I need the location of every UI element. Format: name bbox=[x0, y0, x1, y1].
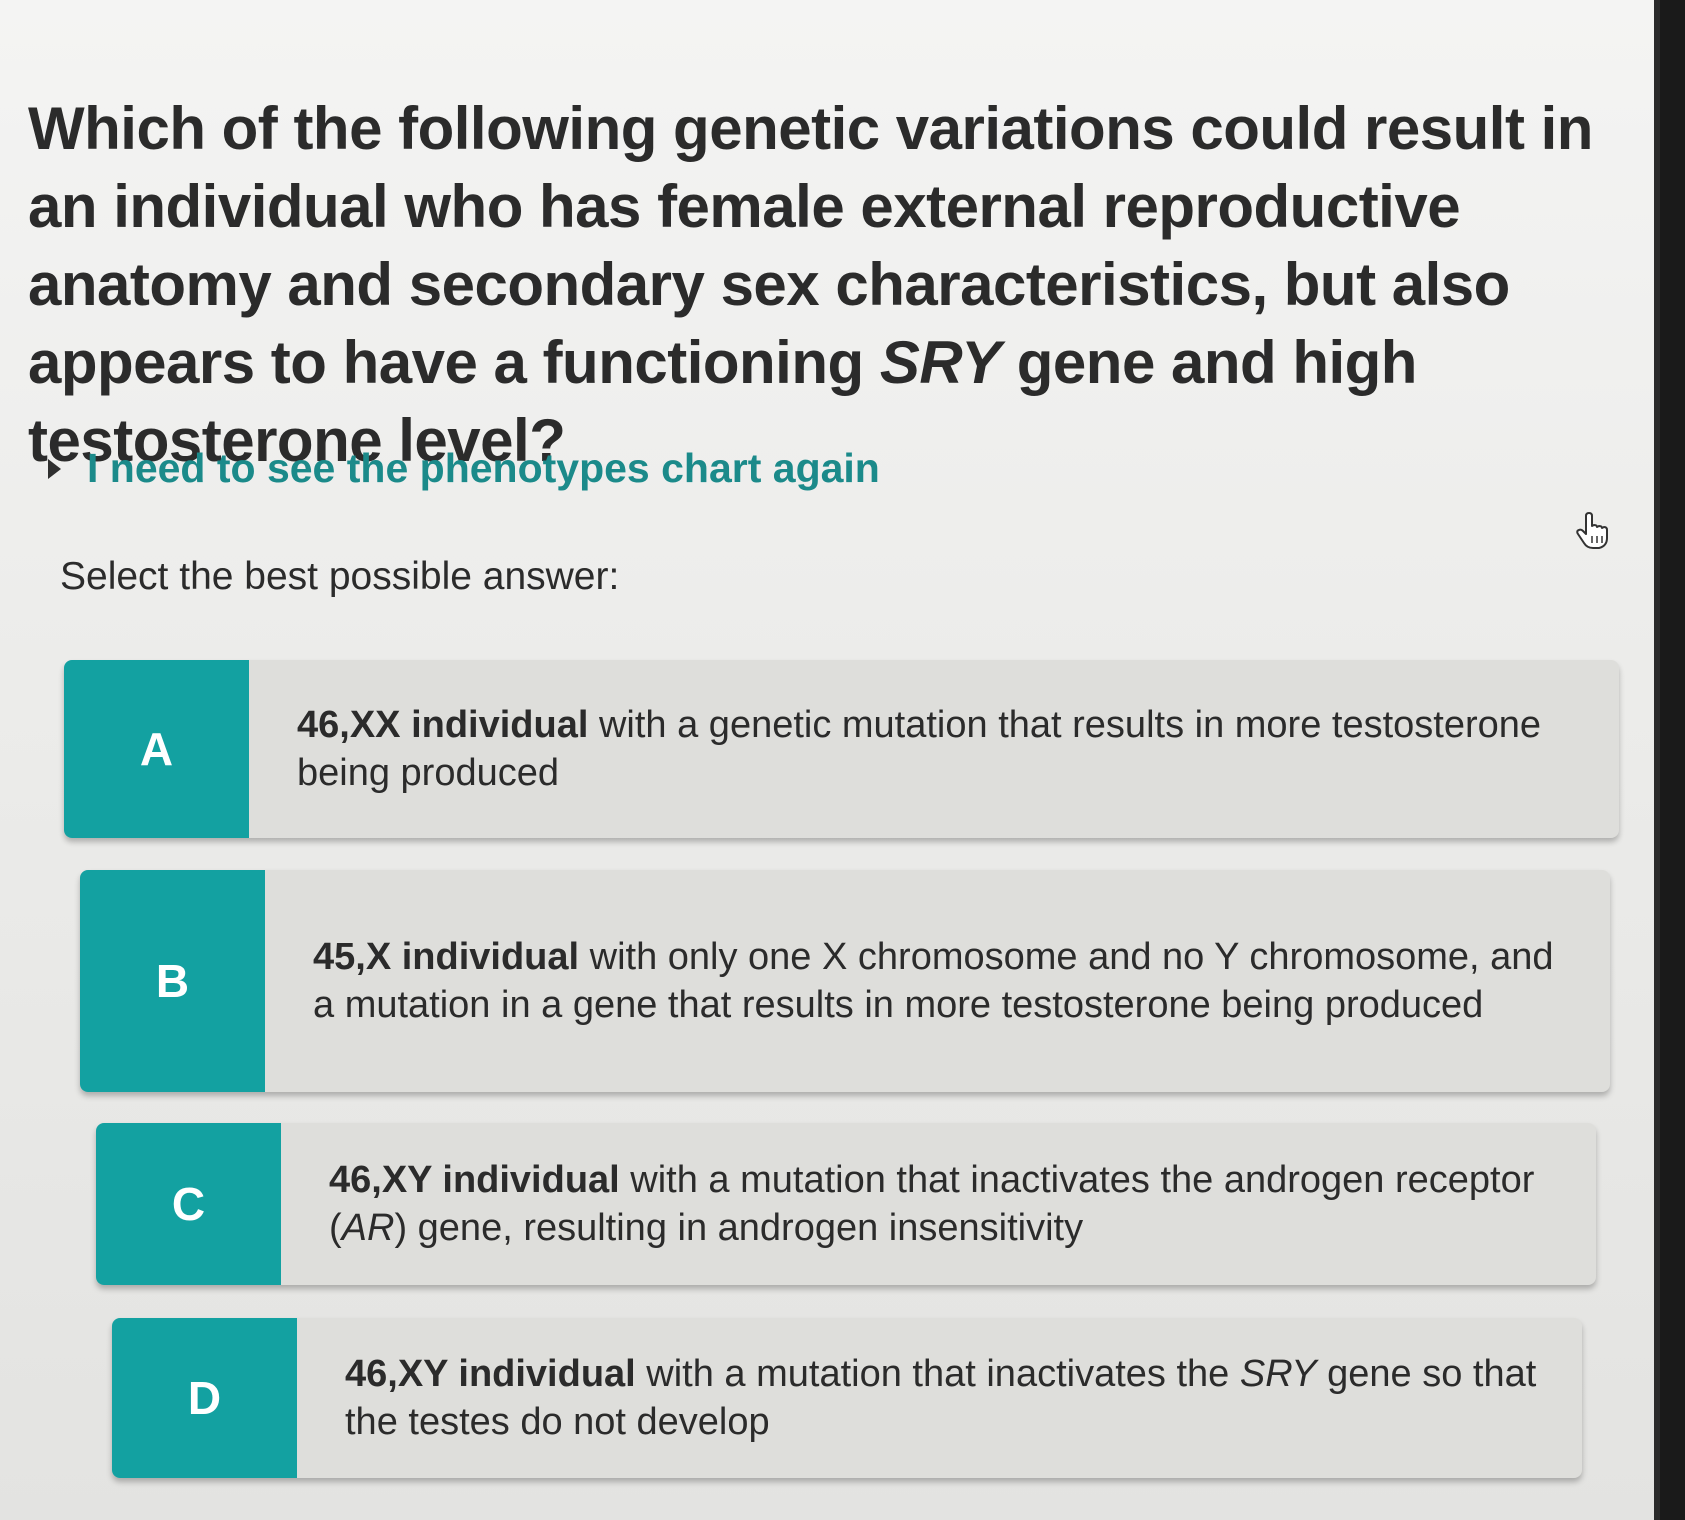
question-text: Which of the following genetic variation… bbox=[28, 90, 1628, 480]
option-bold: 45,X individual bbox=[313, 936, 580, 978]
hand-pointer-icon bbox=[1576, 512, 1608, 549]
option-text: 46,XX individual with a genetic mutation… bbox=[249, 660, 1619, 838]
answer-option-d[interactable]: D 46,XY individual with a mutation that … bbox=[112, 1318, 1582, 1478]
option-bold: 46,XX individual bbox=[297, 704, 589, 746]
option-letter: A bbox=[64, 660, 249, 838]
phenotypes-chart-toggle[interactable]: I need to see the phenotypes chart again bbox=[48, 445, 880, 492]
answer-option-b[interactable]: B 45,X individual with only one X chromo… bbox=[80, 870, 1610, 1092]
option-bold: 46,XY individual bbox=[345, 1353, 636, 1395]
question-gene: SRY bbox=[879, 329, 1001, 396]
expand-triangle-icon bbox=[48, 458, 61, 479]
option-letter: C bbox=[96, 1123, 281, 1285]
option-italic: AR bbox=[341, 1207, 395, 1249]
screen: Which of the following genetic variation… bbox=[0, 0, 1660, 1520]
option-letter: D bbox=[112, 1318, 297, 1478]
option-text: 46,XY individual with a mutation that in… bbox=[281, 1123, 1596, 1285]
option-bold: 46,XY individual bbox=[329, 1159, 620, 1201]
option-letter: B bbox=[80, 870, 265, 1092]
option-text: 46,XY individual with a mutation that in… bbox=[297, 1318, 1582, 1478]
instruction-text: Select the best possible answer: bbox=[60, 555, 620, 598]
hint-label: I need to see the phenotypes chart again bbox=[87, 445, 880, 491]
option-text: 45,X individual with only one X chromoso… bbox=[265, 870, 1610, 1092]
answer-option-c[interactable]: C 46,XY individual with a mutation that … bbox=[96, 1123, 1596, 1285]
answer-option-a[interactable]: A 46,XX individual with a genetic mutati… bbox=[64, 660, 1619, 838]
option-body-end: ) gene, resulting in androgen insensitiv… bbox=[394, 1207, 1084, 1249]
option-body: with a mutation that inactivates the bbox=[635, 1353, 1240, 1395]
option-italic: SRY bbox=[1239, 1353, 1317, 1395]
